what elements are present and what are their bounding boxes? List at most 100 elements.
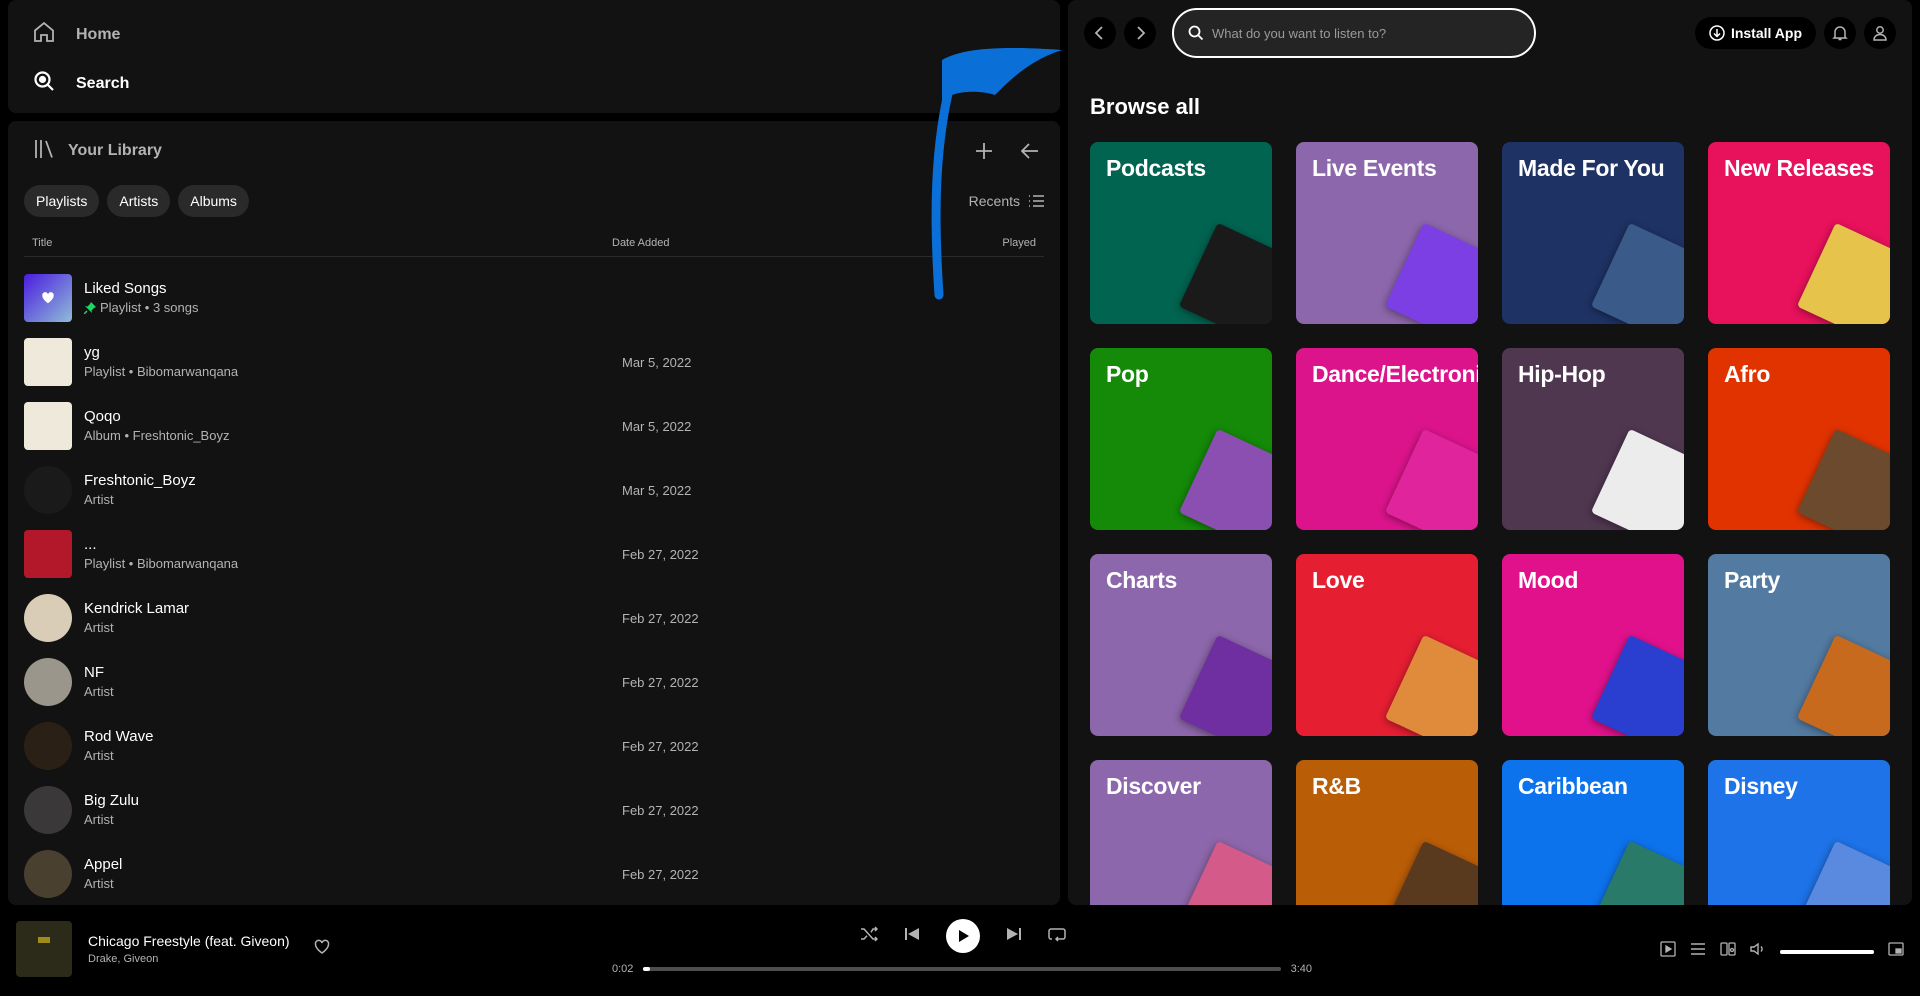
progress-bar[interactable]	[643, 967, 1281, 971]
library-row-title: Big Zulu	[84, 792, 140, 809]
arrow-left-icon	[1021, 143, 1038, 159]
category-card-art	[1590, 634, 1684, 736]
library-row[interactable]: yg Playlist • Bibomarwanqana Mar 5, 2022	[24, 330, 1044, 394]
category-card-title: Podcasts	[1106, 155, 1206, 181]
category-card-title: Love	[1312, 567, 1365, 593]
category-card[interactable]: Podcasts	[1090, 142, 1272, 324]
user-icon	[1873, 26, 1887, 41]
library-row-cover	[24, 786, 72, 834]
now-playing-cover[interactable]	[16, 921, 72, 977]
install-app-button[interactable]: Install App	[1694, 17, 1816, 49]
library-row-title: NF	[84, 664, 104, 681]
library-row-cover	[24, 274, 72, 322]
category-card[interactable]: Discover	[1090, 760, 1272, 905]
collapse-library-button[interactable]	[1016, 137, 1044, 165]
category-card[interactable]: Hip-Hop	[1502, 348, 1684, 530]
chip-playlists[interactable]: Playlists	[24, 185, 100, 217]
library-row[interactable]: ... Playlist • Bibomarwanqana Feb 27, 2022	[24, 522, 1044, 586]
category-card[interactable]: Caribbean	[1502, 760, 1684, 905]
back-button[interactable]	[1084, 17, 1116, 49]
category-card-title: R&B	[1312, 773, 1361, 799]
library-row-subtitle-text: Playlist • Bibomarwanqana	[84, 556, 239, 571]
nav-home[interactable]: Home	[32, 20, 120, 49]
play-button[interactable]	[946, 919, 980, 953]
library-row[interactable]: Qoqo Album • Freshtonic_Boyz Mar 5, 2022	[24, 394, 1044, 458]
search-icon	[32, 69, 56, 98]
library-row-subtitle: Artist	[84, 875, 122, 893]
search-input[interactable]	[1212, 25, 1512, 41]
library-row-cover	[24, 658, 72, 706]
library-row[interactable]: Rod Wave Artist Feb 27, 2022	[24, 714, 1044, 778]
category-card[interactable]: Made For You	[1502, 142, 1684, 324]
nav-search[interactable]: Search	[32, 69, 129, 98]
player-bar: Chicago Freestyle (feat. Giveon) Drake, …	[0, 905, 1920, 996]
chevron-right-icon	[1137, 26, 1146, 40]
create-playlist-button[interactable]	[970, 137, 998, 165]
category-card[interactable]: Dance/Electronic	[1296, 348, 1478, 530]
category-card[interactable]: Mood	[1502, 554, 1684, 736]
sort-recents-button[interactable]: Recents	[969, 185, 1044, 217]
now-playing-view-button[interactable]	[1660, 941, 1676, 962]
now-playing-title[interactable]: Chicago Freestyle (feat. Giveon)	[88, 933, 290, 949]
sort-label: Recents	[968, 193, 1020, 209]
forward-button[interactable]	[1124, 17, 1156, 49]
category-card[interactable]: Love	[1296, 554, 1478, 736]
search-icon	[1188, 25, 1204, 41]
category-card[interactable]: Charts	[1090, 554, 1272, 736]
home-icon	[32, 20, 56, 49]
miniplayer-icon	[1888, 942, 1904, 956]
category-card-title: Live Events	[1312, 155, 1437, 181]
volume-slider[interactable]	[1780, 949, 1874, 954]
shuffle-button[interactable]	[860, 925, 879, 948]
mute-button[interactable]	[1750, 941, 1766, 962]
category-card[interactable]: Party	[1708, 554, 1890, 736]
category-card[interactable]: New Releases	[1708, 142, 1890, 324]
category-card-art	[1384, 634, 1478, 736]
library-row-subtitle: Playlist • 3 songs	[84, 299, 198, 317]
bell-icon	[1832, 26, 1848, 41]
notifications-button[interactable]	[1824, 17, 1856, 49]
library-row-title: Rod Wave	[84, 728, 154, 745]
library-row[interactable]: NF Artist Feb 27, 2022	[24, 650, 1044, 714]
category-card[interactable]: Live Events	[1296, 142, 1478, 324]
category-card-art	[1384, 222, 1478, 324]
library-toggle[interactable]: Your Library	[32, 137, 162, 166]
library-title: Your Library	[68, 142, 162, 159]
now-playing-artists[interactable]: Drake, Giveon	[88, 953, 290, 965]
install-app-label: Install App	[1730, 25, 1802, 41]
heart-icon	[314, 939, 329, 954]
chip-artists[interactable]: Artists	[107, 185, 171, 217]
search-box[interactable]	[1172, 8, 1536, 58]
library-row[interactable]: Big Zulu Artist Feb 27, 2022	[24, 778, 1044, 842]
category-card[interactable]: Afro	[1708, 348, 1890, 530]
pin-icon	[84, 302, 96, 314]
nav-panel: Home Search	[8, 0, 1060, 113]
library-row[interactable]: Kendrick Lamar Artist Feb 27, 2022	[24, 586, 1044, 650]
category-card-title: Discover	[1106, 773, 1201, 799]
library-row-date: Feb 27, 2022	[622, 546, 699, 562]
library-list: Liked Songs Playlist • 3 songs yg Playlist …	[24, 266, 1044, 905]
queue-button[interactable]	[1690, 941, 1706, 962]
library-row-subtitle: Artist	[84, 747, 153, 765]
miniplayer-button[interactable]	[1888, 941, 1904, 962]
nav-home-label: Home	[76, 25, 121, 43]
category-card-title: Dance/Electronic	[1312, 361, 1478, 387]
user-menu-button[interactable]	[1864, 17, 1896, 49]
like-button[interactable]	[314, 939, 330, 960]
library-row[interactable]: Liked Songs Playlist • 3 songs	[24, 266, 1044, 330]
category-card-art	[1796, 222, 1890, 324]
shuffle-icon	[861, 925, 879, 942]
category-card[interactable]: R&B	[1296, 760, 1478, 905]
category-card-title: Caribbean	[1518, 773, 1628, 799]
repeat-button[interactable]	[1048, 925, 1066, 948]
next-button[interactable]	[1006, 926, 1022, 947]
library-row[interactable]: Appel Artist Feb 27, 2022	[24, 842, 1044, 905]
library-row-cover	[24, 338, 72, 386]
category-card[interactable]: Disney	[1708, 760, 1890, 905]
library-row[interactable]: Freshtonic_Boyz Artist Mar 5, 2022	[24, 458, 1044, 522]
connect-device-button[interactable]	[1720, 941, 1736, 962]
chip-albums[interactable]: Albums	[178, 185, 249, 217]
previous-button[interactable]	[904, 926, 920, 947]
skip-back-icon	[905, 927, 919, 940]
category-card[interactable]: Pop	[1090, 348, 1272, 530]
